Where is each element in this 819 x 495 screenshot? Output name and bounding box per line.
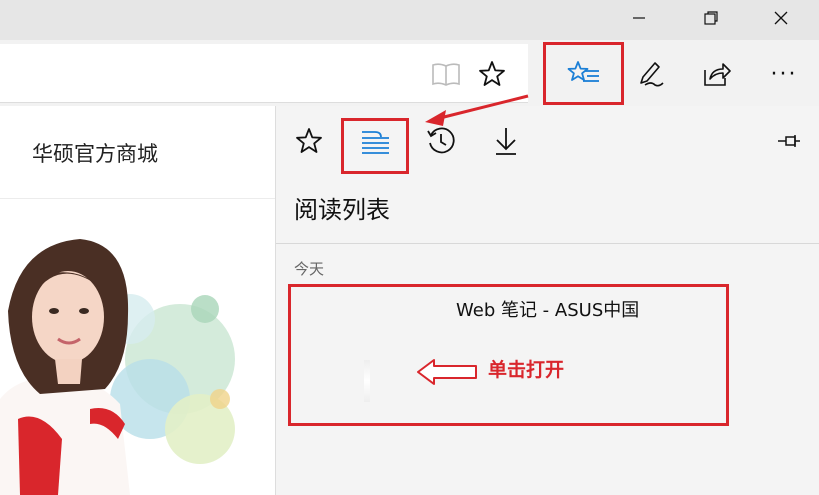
pin-icon	[778, 135, 800, 147]
annotation-highlight-hub	[543, 42, 624, 105]
book-icon	[432, 63, 460, 86]
star-icon	[479, 61, 505, 86]
restore-button[interactable]	[688, 0, 734, 36]
title-bar	[0, 0, 819, 40]
panel-title: 阅读列表	[294, 196, 390, 224]
restore-icon	[704, 11, 718, 25]
web-page-content: 华硕官方商城	[0, 106, 275, 495]
pen-icon	[640, 62, 664, 87]
star-icon	[296, 128, 322, 153]
annotation-text: 单击打开	[488, 359, 565, 381]
section-label-today: 今天	[294, 260, 325, 278]
hub-panel: 阅读列表 今天 Web 笔记 - ASUS中国	[275, 106, 819, 495]
close-button[interactable]	[758, 0, 804, 36]
reading-view-button[interactable]	[428, 56, 464, 92]
close-icon	[774, 11, 788, 25]
tab-favorites[interactable]	[286, 118, 332, 164]
tab-history[interactable]	[418, 118, 464, 164]
tab-downloads[interactable]	[483, 118, 529, 164]
share-button[interactable]	[696, 54, 736, 94]
site-title[interactable]: 华硕官方商城	[32, 138, 158, 168]
download-icon	[496, 128, 516, 155]
minimize-button[interactable]	[616, 0, 662, 36]
pin-button[interactable]	[766, 118, 812, 164]
address-bar[interactable]	[0, 44, 528, 103]
more-button[interactable]: ···	[760, 56, 808, 92]
share-icon	[704, 63, 731, 86]
minimize-icon	[633, 17, 645, 19]
divider	[276, 243, 819, 244]
add-favorite-button[interactable]	[474, 56, 510, 92]
history-icon	[427, 127, 455, 154]
annotation-highlight-reading-list	[341, 118, 409, 174]
hero-image	[0, 199, 275, 495]
banner-portrait-image	[0, 239, 235, 495]
notes-button[interactable]	[630, 54, 670, 94]
site-header: 华硕官方商城	[0, 106, 275, 199]
